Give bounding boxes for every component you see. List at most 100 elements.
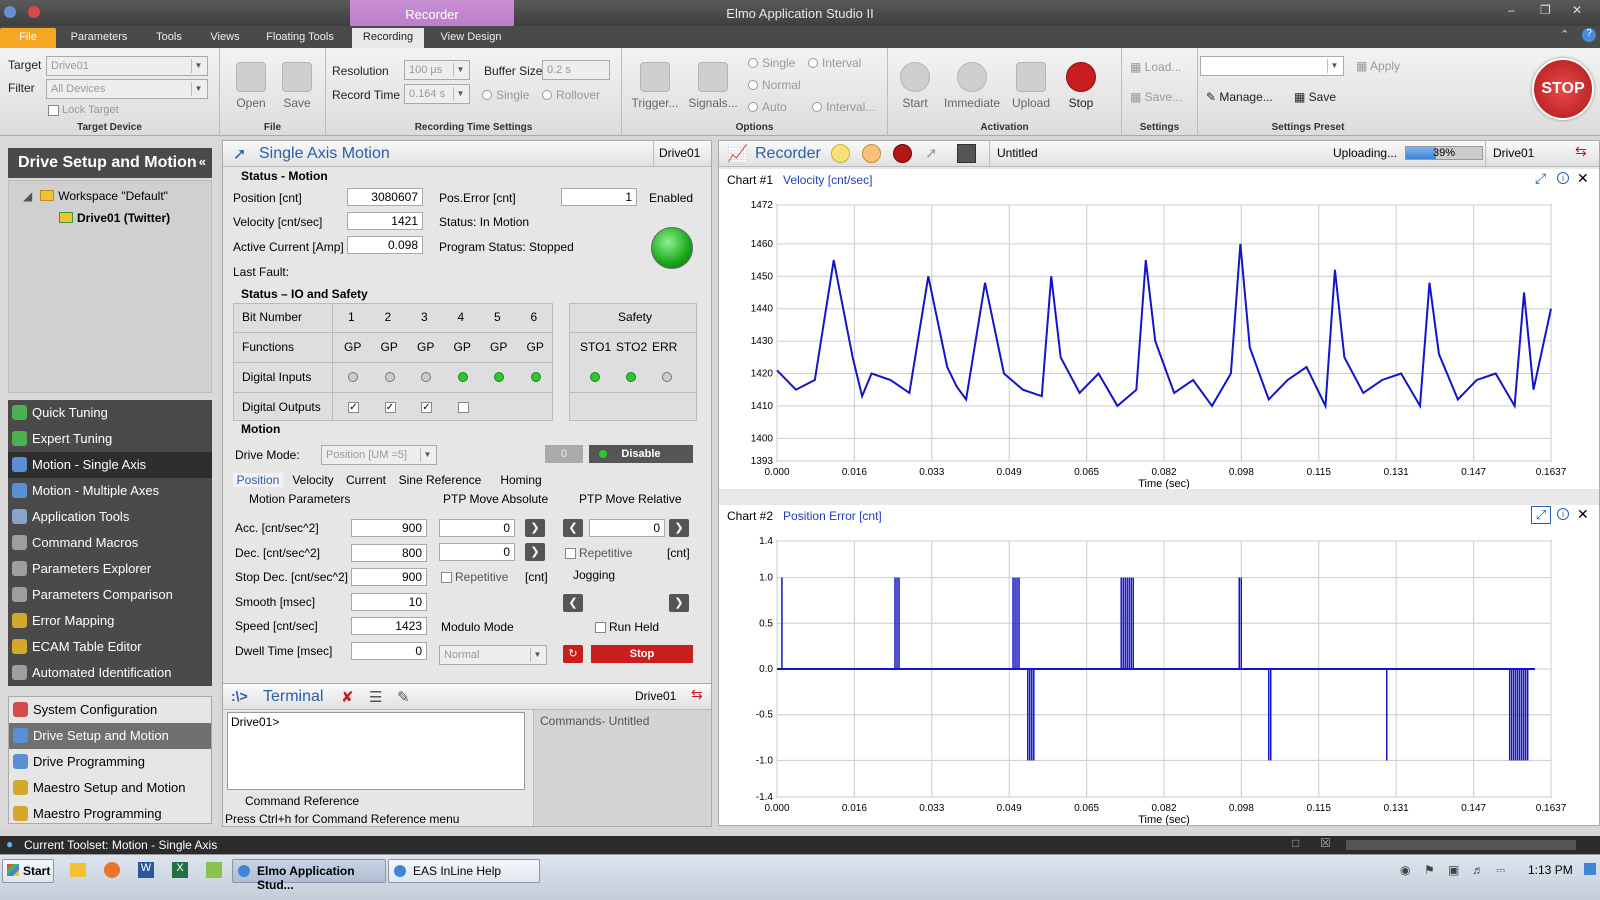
tray-power-icon[interactable]: ⎓	[1496, 863, 1506, 878]
minimize-icon[interactable]: –	[1508, 3, 1515, 17]
help-icon[interactable]: ?	[1582, 28, 1596, 42]
stop-button[interactable]: Stop	[1056, 62, 1106, 110]
restore-icon[interactable]: ❐	[1540, 3, 1551, 17]
ptp-rel-distance[interactable]: 0	[589, 519, 665, 537]
digital-output-checkbox[interactable]: ✓	[348, 402, 359, 413]
motion-param-input[interactable]: 10	[351, 592, 427, 611]
disable-button[interactable]: Disable	[589, 445, 693, 463]
status-scrollbar[interactable]	[1346, 840, 1576, 850]
tool-item[interactable]: Command Macros	[8, 530, 212, 556]
opt-normal-radio[interactable]: Normal	[748, 78, 801, 92]
jog-forward-button[interactable]: ❯	[669, 594, 689, 612]
buffer-size-input[interactable]: 0.2 s	[542, 60, 610, 80]
ptp-abs-go-2-button[interactable]: ❯	[525, 543, 545, 561]
refresh-icon[interactable]: ⇆	[691, 686, 703, 703]
tray-network-icon[interactable]: ◉	[1400, 863, 1410, 877]
save-button[interactable]: Save	[272, 62, 322, 110]
motion-param-input[interactable]: 1423	[351, 617, 427, 635]
manage-button[interactable]: ✎ Manage...	[1206, 90, 1273, 104]
tool-item[interactable]: Application Tools	[8, 504, 212, 530]
abs-repetitive-checkbox[interactable]	[441, 572, 452, 583]
ptp-abs-target-1[interactable]: 0	[439, 519, 515, 537]
lock-target-checkbox[interactable]	[48, 105, 59, 116]
toolset-item[interactable]: System Configuration	[9, 697, 211, 723]
signals-button[interactable]: Signals...	[684, 62, 742, 110]
ptp-abs-go-1-button[interactable]: ❯	[525, 519, 545, 537]
motion-tab[interactable]: Sine Reference	[393, 473, 487, 487]
chart-1-info-icon[interactable]: i	[1557, 172, 1569, 184]
apply-button[interactable]: ▦ Apply	[1356, 59, 1400, 73]
motion-param-input[interactable]: 900	[351, 568, 427, 586]
recorder-refresh-icon[interactable]: ⇆	[1575, 143, 1587, 160]
ptp-abs-target-2[interactable]: 0	[439, 543, 515, 561]
tool-item[interactable]: ECAM Table Editor	[8, 634, 212, 660]
terminal-console[interactable]: Drive01>	[227, 712, 525, 790]
opt-auto-radio[interactable]: Auto	[748, 100, 787, 114]
tree-workspace-node[interactable]: ◢ Workspace "Default"	[23, 189, 168, 203]
history-icon[interactable]: ☰	[369, 688, 382, 706]
start-recording-icon[interactable]	[831, 144, 850, 163]
motion-param-input[interactable]: 900	[351, 519, 427, 537]
taskbar-help-button[interactable]: EAS InLine Help	[388, 859, 540, 883]
jog-back-button[interactable]: ❮	[563, 594, 583, 612]
zero-button[interactable]: 0	[545, 445, 583, 463]
tab-file[interactable]: File	[0, 28, 56, 48]
tab-parameters[interactable]: Parameters	[62, 28, 136, 48]
chart-2-info-icon[interactable]: i	[1557, 508, 1569, 520]
tab-tools[interactable]: Tools	[144, 28, 194, 48]
chart-2-zoom-icon[interactable]: ⤢	[1531, 506, 1551, 524]
digital-output-checkbox[interactable]: ✓	[384, 402, 396, 413]
drive-mode-select[interactable]: Position [UM =5] ▼	[321, 445, 437, 465]
show-desktop-icon[interactable]	[1584, 863, 1596, 875]
digital-output-checkbox[interactable]: ✓	[421, 402, 432, 413]
tab-views[interactable]: Views	[200, 28, 250, 48]
preset-select[interactable]: ▼	[1200, 56, 1344, 76]
tool-item[interactable]: Parameters Comparison	[8, 582, 212, 608]
upload-button[interactable]: Upload	[1006, 62, 1056, 110]
tab-floating-tools[interactable]: Floating Tools	[256, 28, 344, 48]
interval-button[interactable]: Interval...	[812, 100, 875, 114]
ptp-rel-forward-button[interactable]: ❯	[669, 519, 689, 537]
toolset-item[interactable]: Maestro Programming	[9, 801, 211, 827]
filter-select[interactable]: All Devices ▼	[46, 79, 208, 99]
close-layout-icon[interactable]: ☒	[1320, 836, 1331, 850]
edit-icon[interactable]: ✎	[397, 688, 410, 706]
open-button[interactable]: Open	[226, 62, 276, 110]
expand-arrow-icon[interactable]: ◢	[23, 189, 32, 203]
start-button[interactable]: Start	[890, 62, 940, 110]
run-held-checkbox[interactable]	[595, 622, 606, 633]
tool-item[interactable]: Parameters Explorer	[8, 556, 212, 582]
tool-item[interactable]: Automated Identification	[8, 660, 212, 686]
chart-1-close-icon[interactable]: ✕	[1577, 170, 1589, 187]
tree-drive-node[interactable]: Drive01 (Twitter)	[59, 211, 170, 225]
signals-small-icon[interactable]: ➚	[925, 144, 938, 162]
chart-1-zoom-icon[interactable]: ⤢	[1535, 170, 1546, 187]
quick-access-icon[interactable]	[28, 6, 40, 18]
immediate-recording-icon[interactable]	[862, 144, 881, 163]
reset-icon[interactable]: ↻	[563, 645, 583, 663]
tab-view-design[interactable]: View Design	[432, 28, 510, 48]
emergency-stop-button[interactable]: STOP	[1532, 58, 1594, 120]
excel-icon[interactable]: X	[172, 862, 188, 878]
save-preset-button[interactable]: ▦ Save	[1294, 90, 1336, 104]
rollover-radio[interactable]: Rollover	[542, 88, 600, 102]
firefox-icon[interactable]	[104, 862, 120, 878]
toolset-item[interactable]: Maestro Setup and Motion	[9, 775, 211, 801]
clear-icon[interactable]: ✘	[341, 688, 354, 706]
motion-tab[interactable]: Position	[233, 473, 283, 487]
motion-tab[interactable]: Current	[343, 473, 389, 487]
tray-monitor-icon[interactable]: ▣	[1448, 863, 1459, 877]
opt-single-radio[interactable]: Single	[748, 56, 795, 70]
app-launcher-icon[interactable]	[206, 862, 222, 878]
tool-item[interactable]: Motion - Single Axis	[8, 452, 212, 478]
immediate-button[interactable]: Immediate	[940, 62, 1004, 110]
stop-recording-icon[interactable]	[893, 144, 912, 163]
tray-flag-icon[interactable]: ⚑	[1424, 863, 1435, 877]
single-radio[interactable]: Single	[482, 88, 529, 102]
chart-1-plot[interactable]: 0.000 0.016 0.033 0.049 0.065 0.082 0.098 0.115…	[719, 189, 1599, 489]
word-icon[interactable]: W	[138, 862, 154, 878]
chart-2-close-icon[interactable]: ✕	[1577, 506, 1589, 523]
digital-output-checkbox[interactable]	[457, 402, 469, 413]
toolset-item[interactable]: Drive Setup and Motion	[9, 723, 211, 749]
toolset-item[interactable]: Drive Programming	[9, 749, 211, 775]
